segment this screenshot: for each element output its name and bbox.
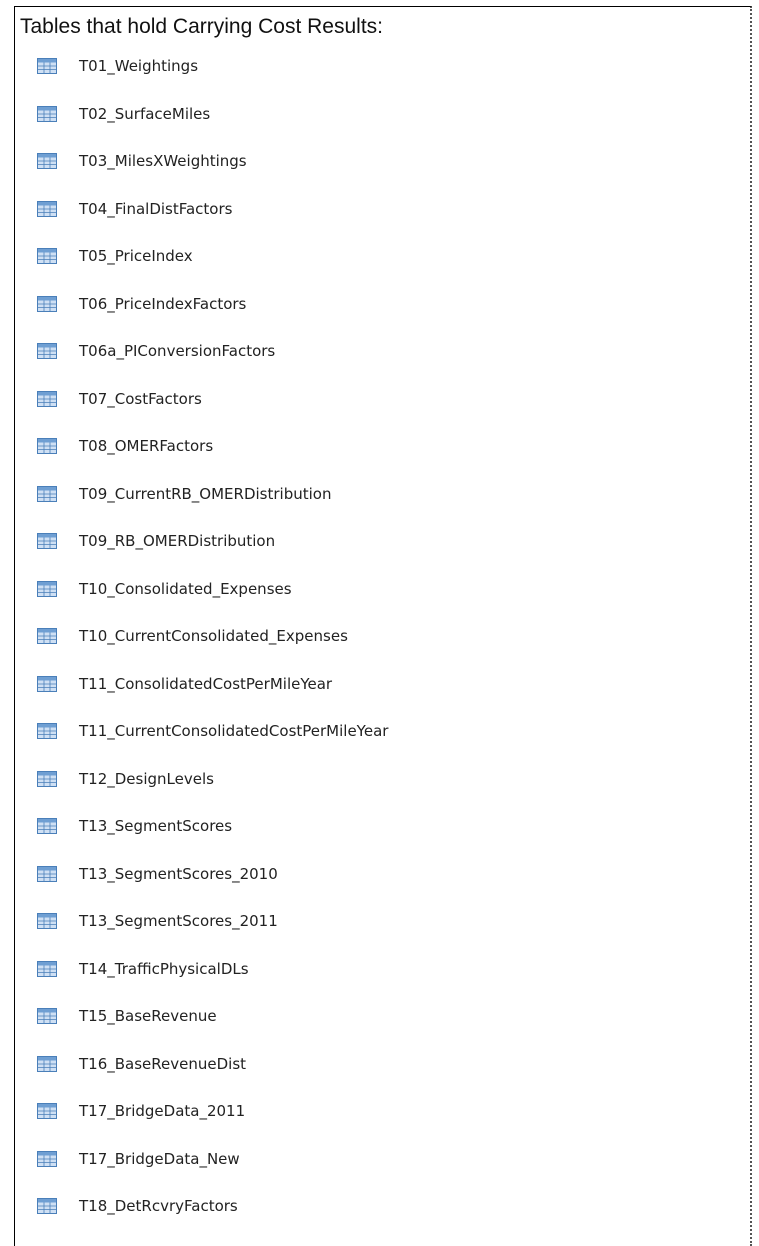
table-icon [37,865,57,882]
table-icon [37,818,57,834]
table-icon [37,1198,57,1214]
table-item[interactable]: T09_CurrentRB_OMERDistribution [37,484,388,532]
table-name: T13_SegmentScores_2011 [79,912,278,930]
table-icon [37,438,57,454]
table-name: T02_SurfaceMiles [79,104,211,123]
table-icon [37,58,57,74]
table-item[interactable]: T04_FinalDistFactors [37,199,388,247]
table-name: T06_PriceIndexFactors [79,294,247,313]
table-name: T13_SegmentScores_2010 [79,864,278,883]
table-icon [37,913,57,929]
table-item[interactable]: T06_PriceIndexFactors [37,294,388,342]
table-item[interactable]: T10_Consolidated_Expenses [37,579,388,627]
table-name: T16_BaseRevenueDist [79,1054,247,1073]
table-icon [37,390,57,407]
table-icon [37,960,57,977]
table-item[interactable]: T13_SegmentScores_2011 [37,911,388,959]
table-icon [37,248,57,264]
table-item[interactable]: T13_SegmentScores_2010 [37,864,388,912]
table-name: T11_CurrentConsolidatedCostPerMileYear [79,722,389,740]
table-icon [37,770,57,787]
table-name: T14_TrafficPhysicalDLs [79,959,249,978]
table-icon [37,1103,57,1119]
document-box: Tables that hold Carrying Cost Results: … [14,6,752,1246]
table-icon [37,295,57,312]
table-name: T15_BaseRevenue [79,1007,217,1025]
table-item[interactable]: T09_RB_OMERDistribution [37,531,388,579]
table-name: T11_ConsolidatedCostPerMileYear [79,674,333,693]
table-name: T08_OMERFactors [79,437,214,455]
table-item[interactable]: T08_OMERFactors [37,436,388,484]
table-icon [37,1055,57,1072]
table-icon [37,1150,57,1167]
table-item[interactable]: T06a_PIConversionFactors [37,341,388,389]
table-name: T10_CurrentConsolidated_Expenses [79,627,348,645]
table-item[interactable]: T07_CostFactors [37,389,388,437]
table-name: T05_PriceIndex [79,247,193,265]
table-name: T01_Weightings [79,57,199,75]
table-icon [37,580,57,597]
table-item[interactable]: T11_ConsolidatedCostPerMileYear [37,674,388,722]
table-icon [37,723,57,739]
table-name: T17_BridgeData_2011 [79,1102,246,1120]
table-icon [37,1008,57,1024]
table-icon [37,153,57,169]
table-icon [37,675,57,692]
table-icon [37,485,57,502]
table-icon [37,200,57,217]
table-name: T09_RB_OMERDistribution [79,532,276,550]
table-name: T13_SegmentScores [79,817,233,835]
table-item[interactable]: T13_SegmentScores [37,816,388,864]
table-name: T07_CostFactors [79,389,202,408]
table-item[interactable]: T01_Weightings [37,56,388,104]
table-item[interactable]: T17_BridgeData_2011 [37,1101,388,1149]
table-item[interactable]: T03_MilesXWeightings [37,151,388,199]
table-list: T01_Weightings T02_SurfaceMiles T03_MilesX… [37,56,388,1244]
table-item[interactable]: T15_BaseRevenue [37,1006,388,1054]
table-icon [37,343,57,359]
table-name: T04_FinalDistFactors [79,199,233,218]
table-icon [37,105,57,122]
table-item[interactable]: T02_SurfaceMiles [37,104,388,152]
table-name: T09_CurrentRB_OMERDistribution [79,484,332,503]
table-item[interactable]: T18_DetRcvryFactors [37,1196,388,1244]
table-item[interactable]: T17_BridgeData_New [37,1149,388,1197]
table-icon [37,533,57,549]
section-heading: Tables that hold Carrying Cost Results: [20,15,383,38]
table-name: T17_BridgeData_New [79,1149,240,1168]
table-item[interactable]: T10_CurrentConsolidated_Expenses [37,626,388,674]
table-icon [37,628,57,644]
table-item[interactable]: T11_CurrentConsolidatedCostPerMileYear [37,721,388,769]
table-item[interactable]: T12_DesignLevels [37,769,388,817]
table-item[interactable]: T14_TrafficPhysicalDLs [37,959,388,1007]
table-name: T18_DetRcvryFactors [79,1197,238,1215]
table-item[interactable]: T05_PriceIndex [37,246,388,294]
table-name: T03_MilesXWeightings [79,152,247,170]
table-name: T06a_PIConversionFactors [79,342,276,360]
table-name: T12_DesignLevels [79,769,214,788]
table-item[interactable]: T16_BaseRevenueDist [37,1054,388,1102]
table-name: T10_Consolidated_Expenses [79,579,292,598]
